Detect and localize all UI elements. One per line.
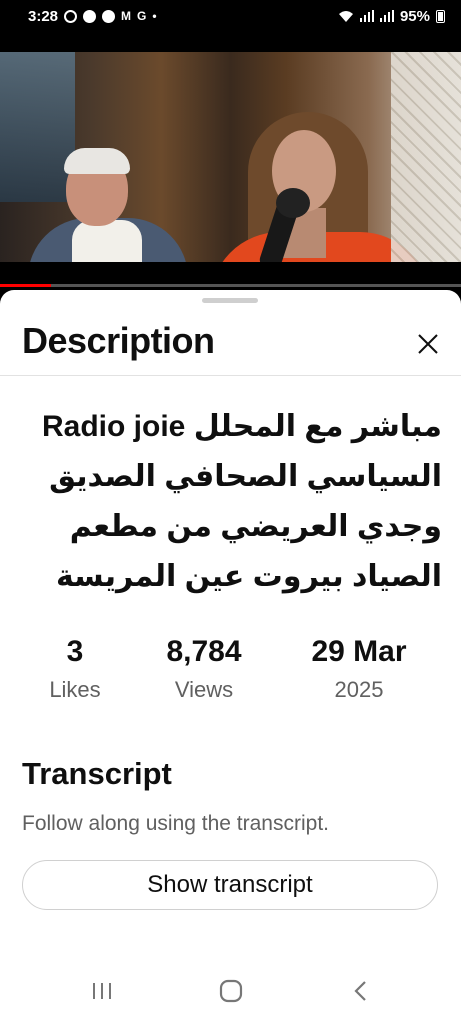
status-right: 95% — [338, 8, 445, 25]
transcript-subtitle: Follow along using the transcript. — [22, 812, 329, 835]
messenger-icon — [83, 9, 97, 23]
date-year: 2025 — [334, 677, 384, 702]
status-bar: 3:28 M G • 95% — [0, 0, 461, 32]
messenger-icon-2 — [102, 9, 116, 23]
recent-apps-icon — [93, 983, 111, 999]
drag-handle[interactable] — [202, 298, 258, 303]
gmail-icon: M — [121, 9, 132, 23]
recent-apps-button[interactable] — [82, 976, 122, 1006]
home-icon — [219, 979, 243, 1003]
battery-level: 95% — [399, 7, 430, 25]
transcript-heading: Transcript — [22, 756, 172, 791]
system-navigation-bar — [0, 960, 461, 1024]
whatsapp-icon — [64, 9, 78, 23]
views-label: Views — [174, 677, 234, 702]
likes-count: 3 — [66, 635, 84, 668]
wifi-icon — [338, 10, 353, 22]
back-button[interactable] — [341, 976, 381, 1006]
video-stats: 3 Likes 8,784 Views 29 Mar 2025 — [0, 632, 461, 712]
description-sheet: Description مباشر مع المحلل Radio joie ا… — [0, 290, 461, 1024]
close-icon — [418, 334, 438, 354]
stat-date: 29 Mar 2025 — [294, 632, 424, 708]
video-background-pattern — [391, 52, 461, 262]
divider — [0, 375, 461, 376]
stat-likes: 3 Likes — [25, 632, 125, 708]
home-button[interactable] — [211, 976, 251, 1006]
signal-icon-2 — [379, 10, 394, 22]
video-progress-fill — [0, 284, 51, 287]
date-day-month: 29 Mar — [311, 635, 407, 668]
views-count: 8,784 — [166, 635, 242, 668]
battery-icon — [436, 9, 445, 23]
back-icon — [354, 981, 366, 1001]
show-transcript-button[interactable]: Show transcript — [22, 860, 438, 910]
video-title: مباشر مع المحلل Radio joie السياسي الصحا… — [42, 410, 442, 593]
likes-label: Likes — [49, 677, 101, 702]
video-player[interactable] — [0, 52, 461, 262]
notification-dot: • — [152, 9, 157, 23]
status-left: 3:28 M G • — [28, 8, 157, 25]
status-time: 3:28 — [28, 7, 59, 25]
sheet-title: Description — [22, 320, 215, 361]
signal-icon — [359, 10, 374, 22]
stat-views: 8,784 Views — [144, 632, 264, 708]
google-icon: G — [137, 9, 147, 23]
close-button[interactable] — [408, 324, 448, 364]
video-person-left — [28, 148, 188, 262]
video-progress-bar[interactable] — [0, 284, 461, 287]
